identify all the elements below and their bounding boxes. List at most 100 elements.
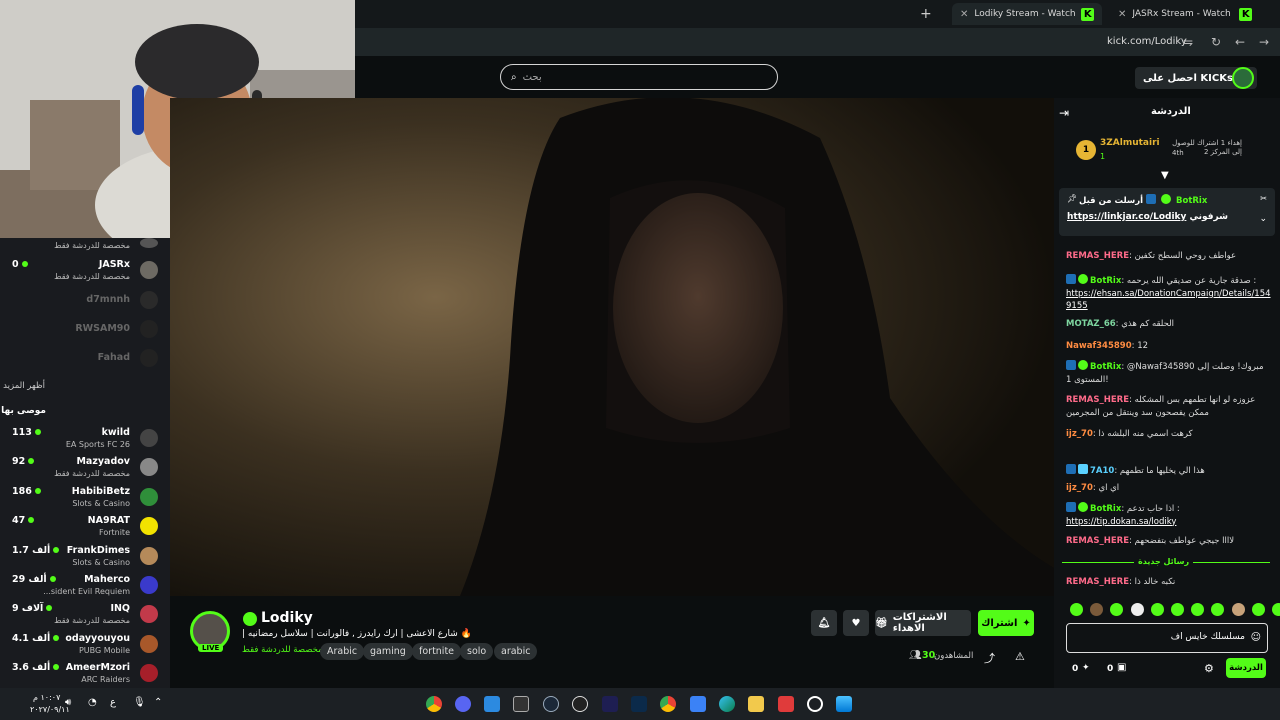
sidebar-recommended-channel[interactable]: 92 Mazyadov مخصصة للدردشة فقط (0, 453, 170, 481)
emoji-icon[interactable]: ☺ (1251, 632, 1261, 643)
streamer-name[interactable]: Lodiky (261, 610, 313, 626)
volume-icon[interactable]: 🔊︎ (65, 697, 71, 708)
notifications-button[interactable]: 🔔︎ (811, 610, 837, 636)
store-icon[interactable] (690, 696, 706, 712)
emote-icon[interactable] (1231, 603, 1245, 616)
pinned-link[interactable]: https://linkjar.co/Lodiky (1067, 212, 1186, 222)
emote-icon[interactable] (1211, 603, 1225, 616)
sidebar-recommended-channel[interactable]: 29 ألف Maherco ...sident Evil Requiem (0, 571, 170, 599)
chrome-icon[interactable] (660, 696, 676, 712)
tray-expand-icon[interactable]: ⌃ (154, 697, 162, 708)
emote-icon[interactable] (1130, 603, 1144, 616)
sidebar-recommended-channel[interactable]: 3.6 ألف AmeerMzori ARC Raiders (0, 659, 170, 687)
emote-icon[interactable] (1191, 603, 1205, 616)
language-indicator[interactable]: ع (110, 697, 116, 708)
chat-username[interactable]: BotRix (1090, 276, 1121, 286)
tab-lodiky[interactable]: ✕ Lodiky Stream - Watch Live on K (952, 3, 1102, 25)
alert-icon[interactable]: ⚠ (1015, 650, 1025, 663)
tab-jasrx[interactable]: ✕ JASRx Stream - Watch Live on K (1110, 3, 1260, 25)
favorite-button[interactable]: ♥ (843, 610, 869, 636)
app-red-icon[interactable] (778, 696, 794, 712)
edge-icon[interactable] (719, 696, 735, 712)
chevron-down-icon[interactable]: ⌄ (1259, 214, 1267, 224)
chat-input[interactable]: مسلسلك خايس اف ☺ (1066, 623, 1268, 653)
new-tab-button[interactable]: + (920, 6, 932, 22)
chat-username[interactable]: BotRix (1090, 362, 1121, 372)
reload-icon[interactable]: ↻ (1208, 34, 1224, 50)
tag[interactable]: fortnite (412, 643, 462, 660)
gift-subs-label: الاشتراكات الاهداء (892, 612, 947, 634)
chat-username[interactable]: REMAS_HERE (1066, 251, 1129, 261)
unpin-icon[interactable]: ✂ (1260, 194, 1267, 203)
back-icon[interactable]: ← (1232, 34, 1248, 50)
chat-link[interactable]: https://tip.dokan.sa/lodiky (1066, 517, 1176, 527)
emote-icon[interactable] (1070, 603, 1083, 616)
show-more-link[interactable]: أظهر المزيد (3, 381, 45, 391)
chat-collapse-icon[interactable]: ⇥ (1059, 106, 1069, 120)
avatar[interactable] (1232, 67, 1254, 89)
sidebar-channel-rwsam90[interactable]: RWSAM90 (0, 315, 170, 343)
chat-username[interactable]: REMAS_HERE (1066, 536, 1129, 546)
emote-icon[interactable] (1171, 603, 1184, 616)
chat-username[interactable]: REMAS_HERE (1066, 395, 1129, 405)
sidebar-recommended-channel[interactable]: 4.1 ألف odayyouyou PUBG Mobile (0, 630, 170, 658)
chat-username[interactable]: 7A10 (1090, 466, 1114, 476)
chat-username[interactable]: ijz_70 (1066, 483, 1093, 493)
send-chat-button[interactable]: الدردشة (1226, 658, 1266, 678)
url-field[interactable]: kick.com/Lodiky (1107, 36, 1187, 47)
chat-username[interactable]: MOTAZ_66 (1066, 319, 1116, 329)
search-input[interactable]: ⌕ بحث (500, 64, 778, 90)
leader-name[interactable]: 3ZAlmutairi (1100, 138, 1160, 148)
sidebar-channel-d7mnnh[interactable]: d7mnnh (0, 286, 170, 314)
forward-icon[interactable]: → (1256, 34, 1272, 50)
wifi-icon[interactable]: ◔ (88, 697, 97, 708)
premiere-icon[interactable] (602, 696, 618, 712)
gift-icon[interactable]: ▣ (1117, 662, 1126, 673)
photoshop-icon[interactable] (631, 696, 647, 712)
emote-icon[interactable] (1090, 603, 1104, 616)
chat-link[interactable]: https://ehsan.sa/DonationCampaign/Detail… (1066, 289, 1271, 312)
emote-icon[interactable] (1110, 603, 1124, 616)
tag[interactable]: solo (460, 643, 494, 660)
search-icon[interactable] (807, 696, 823, 712)
emote-icon[interactable] (1150, 603, 1164, 616)
sidebar-recommended-channel[interactable]: 1.7 ألف FrankDimes Slots & Casino (0, 542, 170, 570)
pinned-message[interactable]: 📌︎ أرسلت من قبل BotRix https://linkjar.c… (1059, 188, 1275, 236)
sidebar-recommended-channel[interactable]: 113 kwild EA Sports FC 26 (0, 424, 170, 452)
chat-username[interactable]: ijz_70 (1066, 429, 1093, 439)
sidebar-channel-fahad[interactable]: Fahad (0, 344, 170, 372)
mic-icon[interactable]: 🎙︎ (133, 697, 146, 708)
sidebar-recommended-channel[interactable]: 9 آلاف INQ مخصصة للدردشة فقط (0, 600, 170, 628)
stream-category[interactable]: مخصصة للدردشة فقط (242, 645, 323, 655)
sidebar-channel[interactable]: مخصصة للدردشة فقط (0, 238, 170, 254)
sidebar-recommended-channel[interactable]: 47 NA9RAT Fortnite (0, 512, 170, 540)
emote-icon[interactable] (1272, 603, 1280, 616)
subscribe-button[interactable]: اشتراك ✦ (978, 610, 1034, 636)
sidebar-channel-jasrx[interactable]: 0 JASRx مخصصة للدردشة فقط (0, 256, 170, 284)
chat-username[interactable]: REMAS_HERE (1066, 577, 1129, 587)
share-icon[interactable]: ⤴ (984, 650, 995, 666)
file-explorer-icon[interactable] (748, 696, 764, 712)
tag[interactable]: gaming (363, 643, 413, 660)
epic-games-icon[interactable] (513, 696, 529, 712)
kick-favicon-icon: K (1081, 7, 1094, 21)
chat-username[interactable]: BotRix (1090, 504, 1121, 514)
discord-icon[interactable] (455, 696, 471, 712)
sidebar-recommended-channel[interactable]: 186 HabibiBetz Slots & Casino (0, 483, 170, 511)
shield-icon[interactable] (484, 696, 500, 712)
gift-subs-button[interactable]: 🎁︎ الاشتراكات الاهداء (875, 610, 971, 636)
windows-start-icon[interactable] (836, 696, 852, 712)
chrome-icon[interactable] (426, 696, 442, 712)
settings-icon[interactable]: ⚙ (1204, 662, 1214, 675)
close-icon[interactable]: ✕ (1118, 9, 1126, 20)
tag[interactable]: Arabic (320, 643, 365, 660)
obs-icon[interactable] (572, 696, 588, 712)
site-settings-icon[interactable]: ⇋ (1180, 34, 1196, 50)
chat-username[interactable]: Nawaf345890 (1066, 341, 1132, 351)
tag[interactable]: arabic (494, 643, 538, 660)
close-icon[interactable]: ✕ (960, 9, 968, 20)
emote-icon[interactable] (1251, 603, 1265, 616)
video-player[interactable] (170, 98, 1054, 596)
filter-icon[interactable]: ▼ (1161, 170, 1169, 181)
steam-icon[interactable] (543, 696, 559, 712)
